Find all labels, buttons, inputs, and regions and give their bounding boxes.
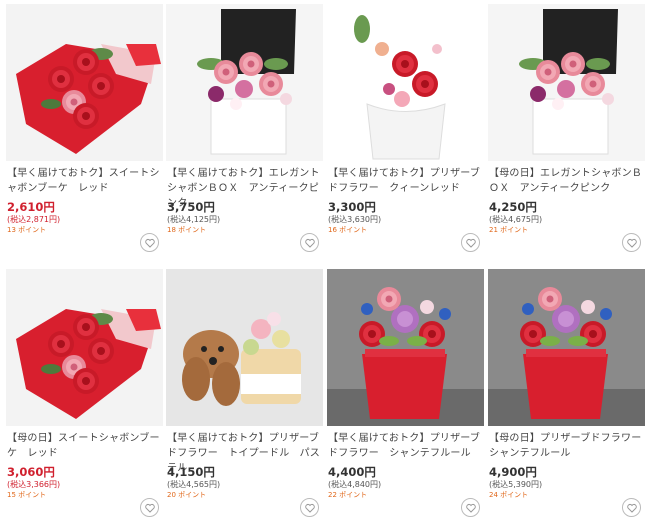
product-image[interactable] (488, 4, 645, 161)
product-points: 24 ポイント (489, 491, 529, 499)
product-image[interactable] (166, 269, 323, 426)
product-points: 18 ポイント (167, 226, 207, 234)
favorite-button[interactable] (300, 498, 319, 517)
product-name[interactable]: 【母の日】エレガントシャボンＢＯＸ アンティークピンク (489, 166, 645, 196)
product-price: 4,250円 (489, 200, 537, 214)
product-price-tax-included: (税込4,125円) (167, 215, 221, 224)
product-image[interactable] (166, 4, 323, 161)
product-image[interactable] (327, 4, 484, 161)
product-price: 3,300円 (328, 200, 376, 214)
product-name[interactable]: 【母の日】スイートシャボンブーケ レッド (7, 431, 163, 461)
product-points: 13 ポイント (7, 226, 47, 234)
heart-icon (304, 238, 315, 248)
product-card[interactable]: 【母の日】プリザーブドフラワー シャンテフルール 4,900円 (税込5,390… (488, 269, 650, 519)
product-points: 16 ポイント (328, 226, 368, 234)
heart-icon (304, 503, 315, 513)
product-card[interactable]: 【早く届けておトク】プリザーブドフラワー シャンテフルール 4,400円 (税込… (327, 269, 484, 519)
product-price: 3,060円 (7, 465, 55, 479)
heart-icon (626, 503, 637, 513)
product-price: 4,150円 (167, 465, 215, 479)
product-image[interactable] (6, 4, 163, 161)
favorite-button[interactable] (622, 233, 641, 252)
product-price-tax-included: (税込2,871円) (7, 215, 61, 224)
product-card[interactable]: 【早く届けておトク】スイートシャボンブーケ レッド 2,610円 (税込2,87… (6, 4, 163, 254)
heart-icon (465, 238, 476, 248)
heart-icon (144, 238, 155, 248)
product-price-tax-included: (税込5,390円) (489, 480, 543, 489)
favorite-button[interactable] (140, 498, 159, 517)
product-name[interactable]: 【早く届けておトク】プリザーブドフラワー クィーンレッド (328, 166, 484, 196)
product-points: 15 ポイント (7, 491, 47, 499)
product-card[interactable]: 【早く届けておトク】プリザーブドフラワー クィーンレッド 3,300円 (税込3… (327, 4, 484, 254)
product-image[interactable] (6, 269, 163, 426)
product-image[interactable] (488, 269, 645, 426)
product-price-tax-included: (税込4,675円) (489, 215, 543, 224)
product-card[interactable]: 【母の日】スイートシャボンブーケ レッド 3,060円 (税込3,366円) 1… (6, 269, 163, 519)
product-name[interactable]: 【早く届けておトク】プリザーブドフラワー シャンテフルール (328, 431, 484, 461)
product-card[interactable]: 【早く届けておトク】エレガントシャボンＢＯＸ アンティークピンク 3,750円 … (166, 4, 323, 254)
favorite-button[interactable] (300, 233, 319, 252)
product-name[interactable]: 【早く届けておトク】スイートシャボンブーケ レッド (7, 166, 163, 196)
product-image[interactable] (327, 269, 484, 426)
product-price-tax-included: (税込3,366円) (7, 480, 61, 489)
product-points: 20 ポイント (167, 491, 207, 499)
product-price: 2,610円 (7, 200, 55, 214)
product-points: 21 ポイント (489, 226, 529, 234)
product-price-tax-included: (税込4,840円) (328, 480, 382, 489)
product-price: 4,400円 (328, 465, 376, 479)
favorite-button[interactable] (461, 233, 480, 252)
favorite-button[interactable] (140, 233, 159, 252)
product-price: 4,900円 (489, 465, 537, 479)
product-price: 3,750円 (167, 200, 215, 214)
product-card[interactable]: 【母の日】エレガントシャボンＢＯＸ アンティークピンク 4,250円 (税込4,… (488, 4, 645, 254)
heart-icon (465, 503, 476, 513)
product-points: 22 ポイント (328, 491, 368, 499)
product-card[interactable]: 【早く届けておトク】プリザーブドフラワー トイプードル パステル 4,150円 … (166, 269, 323, 519)
heart-icon (144, 503, 155, 513)
favorite-button[interactable] (622, 498, 641, 517)
product-price-tax-included: (税込3,630円) (328, 215, 382, 224)
product-name[interactable]: 【母の日】プリザーブドフラワー シャンテフルール (489, 431, 650, 461)
heart-icon (626, 238, 637, 248)
favorite-button[interactable] (461, 498, 480, 517)
product-price-tax-included: (税込4,565円) (167, 480, 221, 489)
